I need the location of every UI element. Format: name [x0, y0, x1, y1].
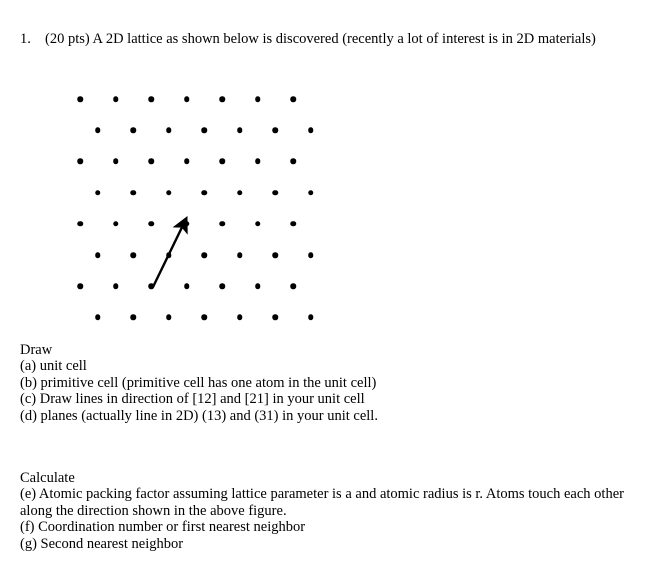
- lattice-dot: [290, 158, 296, 165]
- lattice-dot: [237, 189, 243, 196]
- lattice-dot: [272, 189, 278, 196]
- question-row: 1. (20 pts) A 2D lattice as shown below …: [20, 30, 640, 48]
- lattice-dot: [290, 221, 296, 227]
- lattice-dot: [308, 127, 314, 133]
- lattice-dot: [308, 189, 314, 196]
- lattice-dot: [166, 189, 172, 196]
- lattice-dot: [77, 158, 83, 165]
- lattice-dot: [237, 252, 243, 258]
- direction-arrow: [151, 215, 188, 288]
- lattice-dot: [183, 158, 190, 165]
- lattice-dot: [290, 96, 296, 102]
- lattice-dot: [77, 221, 83, 227]
- lattice-dot: [130, 314, 136, 321]
- lattice-figure: [0, 0, 661, 340]
- lattice-dot: [219, 283, 225, 289]
- lattice-dot: [166, 314, 172, 321]
- draw-item-d: (d) planes (actually line in 2D) (13) an…: [20, 407, 378, 424]
- lattice-dot: [272, 252, 278, 258]
- lattice-dot: [77, 96, 83, 102]
- lattice-dot: [201, 252, 207, 258]
- calculate-section: Calculate (e) Atomic packing factor assu…: [20, 470, 650, 552]
- question-text: (20 pts) A 2D lattice as shown below is …: [45, 31, 596, 47]
- lattice-dot: [77, 283, 83, 289]
- lattice-dot: [183, 96, 190, 102]
- lattice-dot: [237, 127, 243, 133]
- lattice-dot: [254, 283, 261, 289]
- lattice-dot: [95, 252, 101, 258]
- lattice-dot: [272, 314, 278, 321]
- lattice-dot: [219, 96, 225, 102]
- calculate-heading: Calculate: [20, 470, 75, 486]
- lattice-dot: [254, 158, 261, 165]
- calculate-item-f: (f) Coordination number or first nearest…: [20, 519, 306, 536]
- lattice-dot: [95, 127, 101, 133]
- lattice-dot: [166, 252, 172, 258]
- lattice-dot: [237, 314, 243, 321]
- lattice-dot: [183, 283, 190, 289]
- lattice-dot: [112, 221, 119, 227]
- lattice-dot: [201, 127, 207, 133]
- lattice-dot: [201, 314, 207, 321]
- lattice-dot: [112, 158, 119, 165]
- lattice-dot: [130, 127, 136, 133]
- lattice-dot: [308, 252, 314, 258]
- lattice-dot: [112, 96, 119, 102]
- draw-section: Draw (a) unit cell (b) primitive cell (p…: [20, 342, 650, 424]
- lattice-dot: [308, 314, 314, 321]
- lattice-dot: [272, 127, 278, 133]
- draw-item-c: (c) Draw lines in direction of [12] and …: [20, 391, 365, 408]
- arrow-shaft: [151, 215, 188, 288]
- draw-item-b: (b) primitive cell (primitive cell has o…: [20, 374, 377, 391]
- lattice-dot: [130, 252, 136, 258]
- calculate-item-e: (e) Atomic packing factor assuming latti…: [20, 486, 624, 519]
- draw-heading: Draw: [20, 342, 53, 358]
- lattice-dot: [148, 283, 154, 289]
- lattice-dot: [95, 314, 101, 321]
- lattice-dot: [183, 221, 190, 227]
- lattice-dot: [166, 127, 172, 133]
- calculate-item-g: (g) Second nearest neighbor: [20, 535, 184, 552]
- question-block: 1. (20 pts) A 2D lattice as shown below …: [20, 30, 640, 48]
- question-number: 1.: [20, 31, 31, 47]
- lattice-dot: [254, 96, 261, 102]
- lattice-dot: [148, 221, 154, 227]
- lattice-dot: [148, 96, 154, 102]
- lattice-dot: [219, 158, 225, 165]
- lattice-dot: [201, 189, 207, 196]
- lattice-dot: [290, 283, 296, 289]
- lattice-dot: [254, 221, 261, 227]
- draw-item-a: (a) unit cell: [20, 358, 87, 375]
- lattice-dot: [219, 221, 225, 227]
- lattice-dot: [95, 189, 101, 196]
- lattice-dot: [130, 189, 136, 196]
- lattice-dot: [148, 158, 154, 165]
- lattice-dot: [112, 283, 119, 289]
